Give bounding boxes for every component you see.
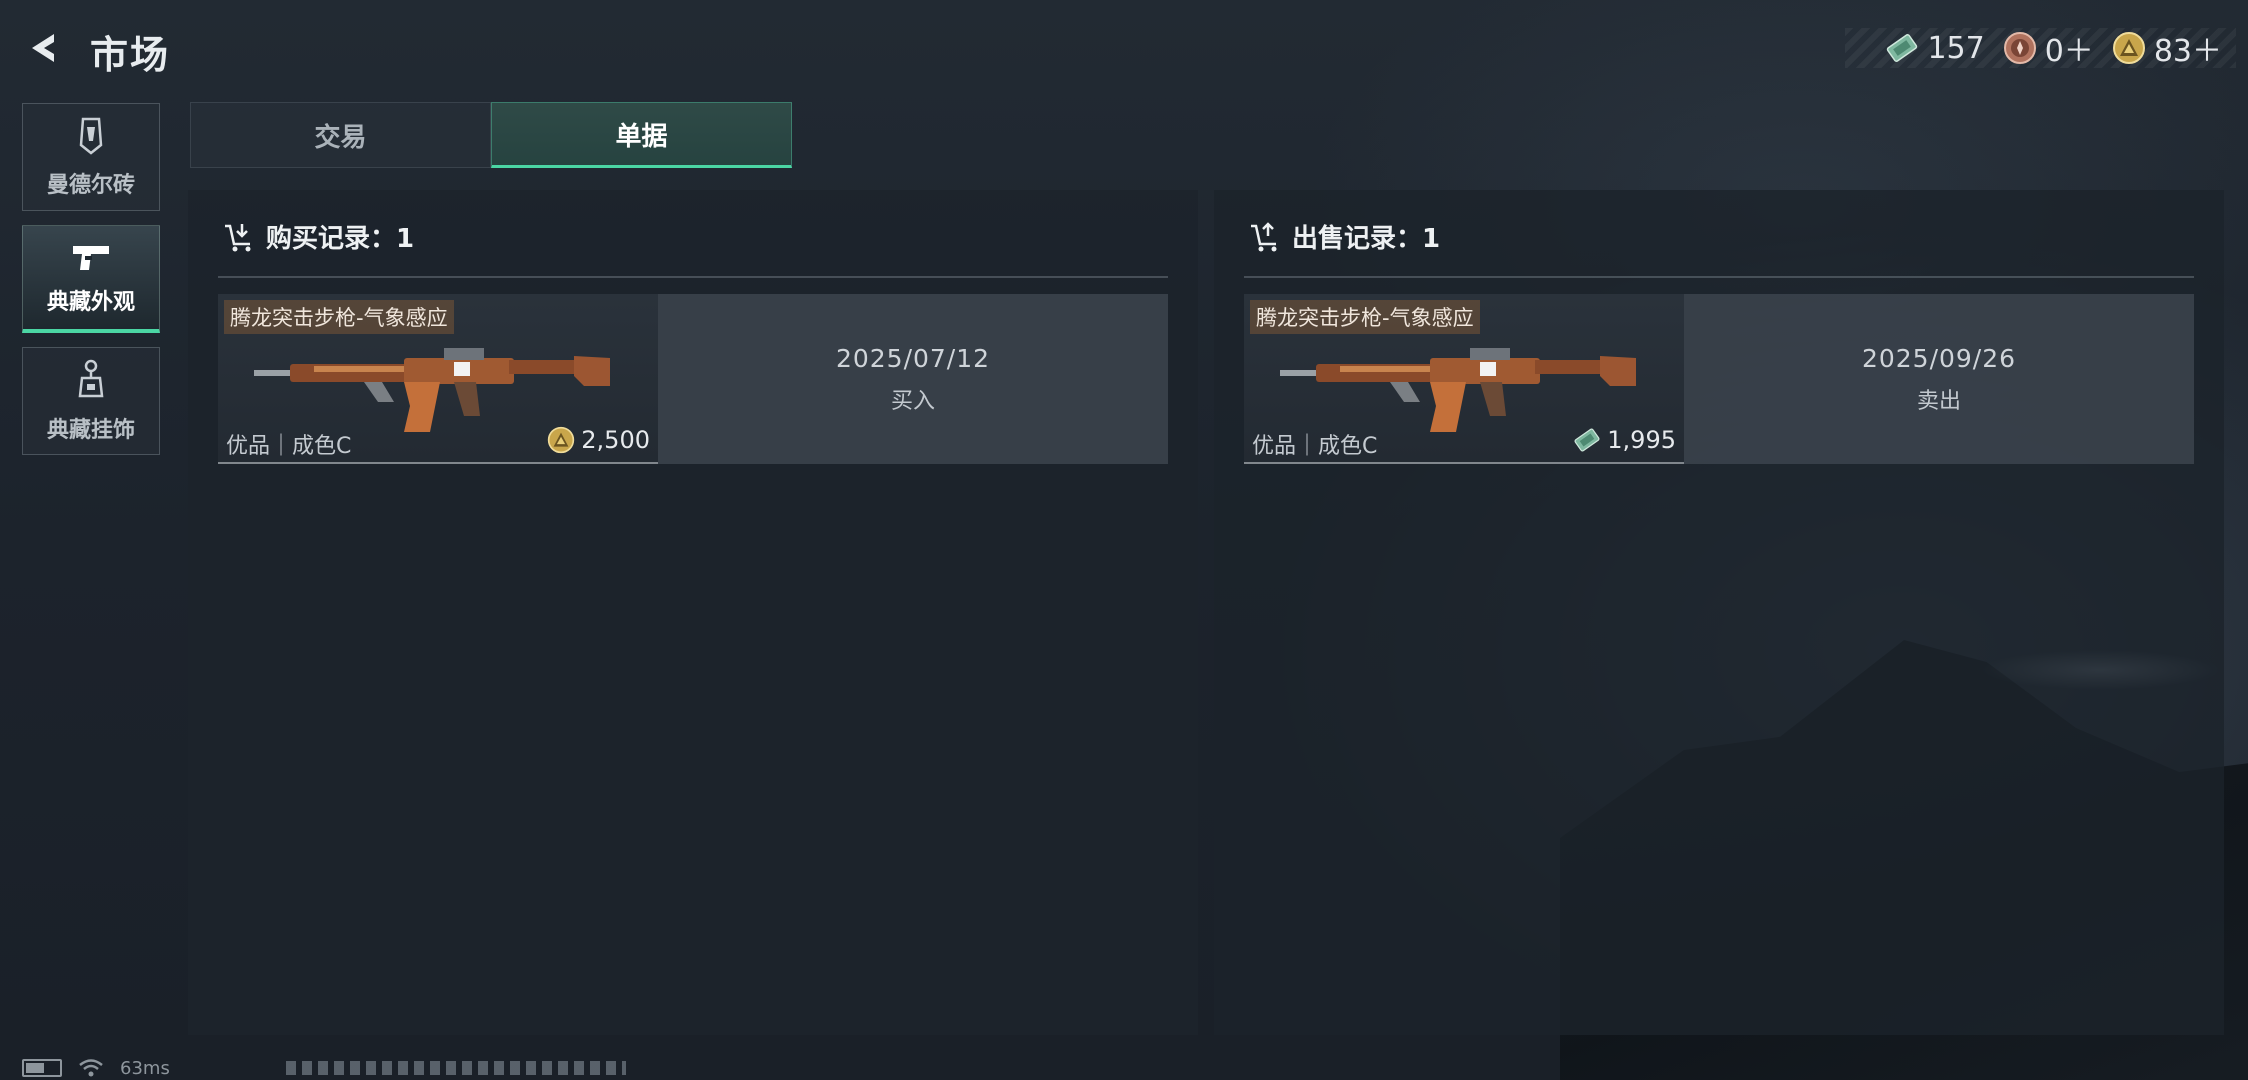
item-price: 1,995	[1573, 426, 1676, 454]
assault-rifle-icon	[254, 348, 610, 432]
sidebar-item-collection-charms[interactable]: 典藏挂饰	[22, 347, 160, 455]
currency-bronze-value: 0＋	[2044, 34, 2094, 69]
charm-icon	[78, 359, 104, 398]
record-action: 买入	[890, 388, 935, 414]
sale-records-header: 出售记录：1	[1248, 218, 1440, 255]
currency-voucher-value: 157	[1927, 30, 1985, 66]
divider	[1244, 276, 2194, 278]
item-price-value: 1,995	[1607, 426, 1676, 454]
assault-rifle-icon	[1280, 348, 1636, 432]
cart-upload-icon	[1251, 221, 1277, 251]
bronze-coin-icon	[2003, 31, 2037, 65]
record-info: 2025/07/12 买入	[658, 294, 1168, 464]
item-price-value: 2,500	[581, 426, 650, 454]
gold-coin-icon	[2112, 31, 2146, 65]
currency-gold[interactable]: 83＋	[2112, 26, 2222, 70]
brick-icon	[79, 117, 103, 155]
item-name: 腾龙突击步枪-气象感应	[224, 300, 454, 334]
record-date: 2025/09/26	[1861, 343, 2017, 373]
status-bar: 63ms	[22, 1056, 626, 1080]
list-item[interactable]: 腾龙突击步枪-气象感应 优品｜成色C	[1244, 294, 2194, 464]
purchase-records-title: 购买记录：1	[266, 224, 415, 254]
tab-records[interactable]: 单据	[491, 102, 792, 168]
item-card[interactable]: 腾龙突击步枪-气象感应 优品｜成色C	[1244, 294, 1684, 464]
item-name: 腾龙突击步枪-气象感应	[1250, 300, 1480, 334]
sidebar-item-collection-skins[interactable]: 典藏外观	[22, 225, 160, 333]
list-item[interactable]: 腾龙突击步枪-气象感应 优品｜成色C	[218, 294, 1168, 464]
sidebar-item-label: 典藏外观	[46, 289, 135, 315]
market-tabs: 交易 单据	[190, 102, 792, 168]
sidebar-item-label: 曼德尔砖	[46, 173, 135, 198]
currency-gold-value: 83＋	[2153, 34, 2222, 69]
wifi-icon	[79, 1059, 103, 1077]
purchase-records-header: 购买记录：1	[222, 218, 414, 255]
item-grade: 优品｜成色C	[1252, 434, 1378, 459]
back-arrow-icon	[32, 34, 54, 62]
sale-records-title: 出售记录：1	[1292, 224, 1441, 254]
sidebar-item-label: 典藏挂饰	[46, 418, 135, 443]
currency-voucher[interactable]: 157	[1885, 30, 1985, 66]
tab-trade[interactable]: 交易	[190, 102, 491, 168]
record-action: 卖出	[1916, 388, 1961, 414]
sidebar-item-mandel-brick[interactable]: 曼德尔砖	[22, 103, 160, 211]
item-card[interactable]: 腾龙突击步枪-气象感应 优品｜成色C	[218, 294, 658, 464]
item-grade: 优品｜成色C	[226, 434, 352, 459]
purchase-records-panel: 购买记录：1 腾龙突击步枪-气象感应 优品｜成色C 2,500 2025/07/…	[188, 190, 1198, 1035]
record-date: 2025/07/12	[835, 343, 991, 373]
currency-bronze[interactable]: 0＋	[2003, 26, 2094, 70]
page-title: 市场	[90, 33, 171, 77]
gold-coin-icon	[548, 426, 575, 454]
item-price: 2,500	[547, 426, 650, 454]
currency-bar: 157 0＋ 83＋	[1845, 26, 2236, 70]
obscured-info	[285, 1061, 626, 1075]
voucher-icon	[1574, 428, 1600, 452]
pistol-icon	[73, 245, 109, 270]
battery-icon	[22, 1059, 62, 1077]
top-header: 市场 157 0＋ 83＋	[0, 0, 2248, 100]
divider	[218, 276, 1168, 278]
category-sidebar: 曼德尔砖 典藏外观 典藏挂饰	[22, 103, 160, 469]
latency-readout: 63ms	[120, 1057, 170, 1079]
back-button[interactable]	[22, 26, 66, 70]
cart-download-icon	[225, 223, 251, 251]
record-info: 2025/09/26 卖出	[1684, 294, 2194, 464]
sale-records-panel: 出售记录：1 腾龙突击步枪-气象感应 优品｜成色C 1,995 2025/09/…	[1214, 190, 2224, 1035]
voucher-icon	[1885, 31, 1919, 65]
